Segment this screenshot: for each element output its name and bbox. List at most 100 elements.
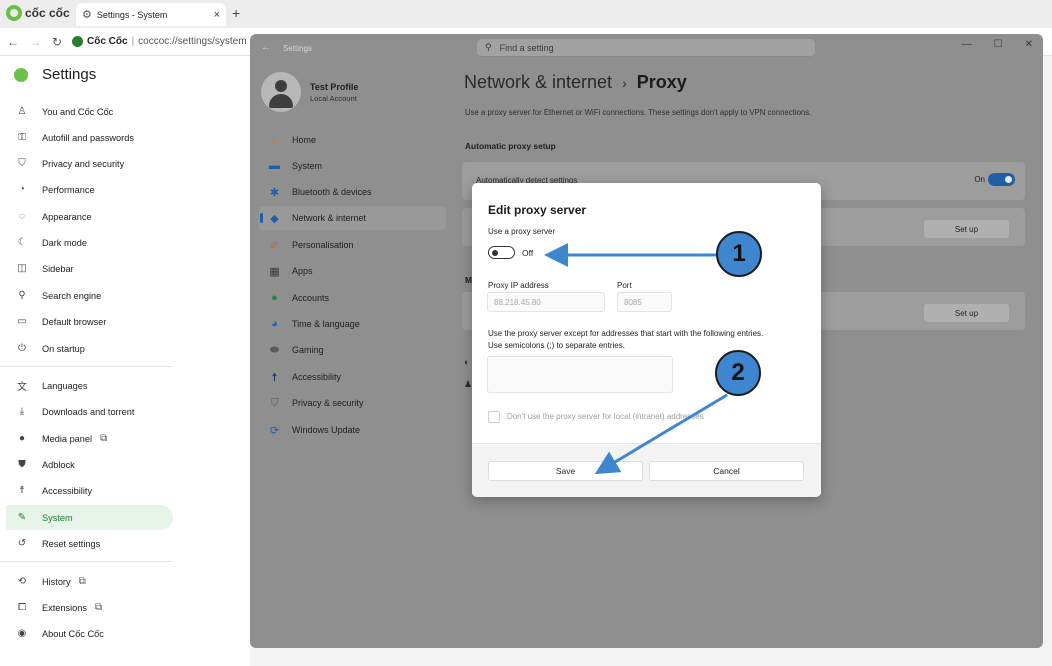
new-tab-button[interactable]: + (232, 5, 240, 21)
nav-home[interactable]: ⌂ Home (259, 128, 446, 152)
history-icon: ⟲ (17, 576, 27, 587)
save-button[interactable]: Save (488, 461, 643, 481)
search-placeholder: Find a setting (499, 42, 554, 53)
page-description: Use a proxy server for Ethernet or WiFi … (465, 108, 812, 117)
reload-icon[interactable]: ↻ (50, 35, 64, 49)
adblock-icon: ⛊ (18, 459, 26, 470)
local-addresses-checkbox[interactable] (488, 411, 500, 423)
nav-label: Home (292, 135, 317, 145)
port-input[interactable] (617, 292, 672, 312)
close-icon[interactable]: ✕ (1025, 39, 1033, 50)
sidebar-item-label: On startup (42, 343, 85, 354)
sidebar-item-autofill[interactable]: ⚿ Autofill and passwords (6, 125, 173, 150)
browser-tab-bar: cốc cốc ⚙ Settings - System × + (0, 0, 1052, 28)
sidebar-item-search-engine[interactable]: ⚲ Search engine (6, 283, 173, 308)
sidebar-item-label: You and Cốc Cốc (42, 106, 114, 117)
sidebar-item-system[interactable]: ✎ System (6, 505, 173, 530)
sidebar-item-label: Privacy and security (42, 158, 125, 169)
help-icon[interactable]: ◐ (464, 357, 469, 367)
sidebar-item-you-and-coccoc[interactable]: ♙ You and Cốc Cốc (6, 99, 173, 124)
palette-icon: ◌ (19, 211, 25, 222)
auto-detect-state: On (974, 175, 985, 184)
sidebar-item-appearance[interactable]: ◌ Appearance (6, 204, 173, 229)
cancel-button[interactable]: Cancel (649, 461, 804, 481)
use-proxy-toggle[interactable] (488, 246, 515, 259)
sidebar-item-label: Sidebar (42, 263, 74, 274)
nav-accounts[interactable]: ● Accounts (259, 286, 446, 310)
accessibility-icon: ☨ (19, 485, 25, 496)
auto-detect-toggle[interactable] (988, 173, 1015, 186)
tab-settings-system[interactable]: ⚙ Settings - System × (76, 3, 226, 26)
sidebar-item-default-browser[interactable]: ▭ Default browser (6, 309, 173, 334)
setup-script-button[interactable]: Set up (924, 220, 1009, 238)
chevron-right-icon: › (622, 74, 627, 91)
sidebar-item-sidebar[interactable]: ◫ Sidebar (6, 256, 173, 281)
sidebar-item-label: Default browser (42, 316, 107, 327)
back-arrow-icon[interactable]: ← (261, 42, 271, 53)
speedometer-icon: ◔ (18, 184, 26, 195)
sidebar-item-adblock[interactable]: ⛊ Adblock (6, 452, 173, 477)
exceptions-label: Use the proxy server except for addresse… (488, 329, 764, 338)
sidebar-item-history[interactable]: ⟲ History ⧉ (6, 569, 173, 594)
nav-gaming[interactable]: ⬬ Gaming (259, 338, 446, 362)
nav-privacy-security[interactable]: ⛉ Privacy & security (259, 391, 446, 415)
breadcrumb-parent[interactable]: Network & internet (464, 72, 612, 93)
sidebar-item-label: Languages (42, 380, 88, 391)
sidebar-item-languages[interactable]: 文 Languages (6, 373, 173, 398)
search-icon: ⚲ (18, 290, 26, 301)
nav-bluetooth[interactable]: ✱ Bluetooth & devices (259, 180, 446, 204)
window-controls: — ☐ ✕ (962, 39, 1033, 50)
dialog-title: Edit proxy server (488, 203, 587, 217)
sidebar-divider (0, 366, 173, 367)
sidebar-item-privacy[interactable]: ⛉ Privacy and security (6, 151, 173, 176)
nav-time-language[interactable]: ◕ Time & language (259, 312, 446, 336)
sidebar-item-dark-mode[interactable]: ☾ Dark mode (6, 230, 173, 255)
brush-icon: ✐ (269, 239, 280, 252)
feedback-icon[interactable]: ♟ (464, 379, 472, 390)
toggle-state: Off (522, 248, 534, 258)
nav-label: Apps (292, 266, 313, 276)
sidebar-item-reset-settings[interactable]: ↺ Reset settings (6, 531, 173, 556)
nav-system[interactable]: ▬ System (259, 154, 446, 178)
sidebar-item-about[interactable]: ◉ About Cốc Cốc (6, 621, 173, 646)
sidebar-item-on-startup[interactable]: ⏻ On startup (6, 336, 173, 361)
nav-personalisation[interactable]: ✐ Personalisation (259, 233, 446, 257)
proxy-ip-input[interactable] (487, 292, 605, 312)
address-bar[interactable]: Cốc Cốc | coccoc://settings/system (72, 36, 247, 47)
exceptions-textarea[interactable] (487, 356, 673, 393)
maximize-icon[interactable]: ☐ (994, 39, 1003, 50)
settings-title: Settings (42, 66, 97, 83)
sidebar-item-downloads[interactable]: ⤓ Downloads and torrent (6, 399, 173, 424)
download-icon: ⤓ (19, 406, 25, 417)
user-profile[interactable]: Test Profile Local Account (261, 72, 358, 112)
reset-icon: ↺ (17, 538, 27, 549)
sidebar-item-label: System (42, 512, 73, 523)
url-separator: | (131, 36, 135, 47)
forward-arrow-icon[interactable]: → (28, 35, 42, 49)
close-tab-icon[interactable]: × (214, 9, 220, 21)
nav-accessibility[interactable]: ☨ Accessibility (259, 365, 446, 389)
nav-label: Network & internet (292, 213, 367, 223)
external-link-icon: ⧉ (78, 576, 86, 587)
sidebar-item-media-panel[interactable]: ● Media panel ⧉ (6, 426, 173, 451)
sidebar-item-accessibility[interactable]: ☨ Accessibility (6, 478, 173, 503)
callout-badge-1: 1 (716, 231, 762, 277)
back-arrow-icon[interactable]: ← (6, 35, 20, 49)
sidebar-item-performance[interactable]: ◔ Performance (6, 177, 173, 202)
sidebar-item-label: Dark mode (42, 237, 87, 248)
sidebar-item-extensions[interactable]: ⧠ Extensions ⧉ (6, 595, 173, 620)
sidebar-item-label: About Cốc Cốc (42, 628, 104, 639)
nav-network-internet[interactable]: ◆ Network & internet (259, 206, 446, 230)
use-proxy-label: Use a proxy server (488, 227, 556, 236)
manual-setup-button[interactable]: Set up (924, 304, 1009, 322)
coccoc-brand[interactable]: cốc cốc (6, 5, 70, 21)
nav-windows-update[interactable]: ⟳ Windows Update (259, 418, 446, 442)
brand-name: cốc cốc (25, 6, 70, 20)
nav-apps[interactable]: ▦ Apps (259, 259, 446, 283)
ip-label: Proxy IP address (488, 281, 549, 290)
minimize-icon[interactable]: — (962, 39, 972, 50)
url-text: coccoc://settings/system (138, 36, 247, 47)
find-setting-search[interactable]: ⚲ Find a setting (477, 39, 815, 57)
site-name: Cốc Cốc (87, 36, 128, 47)
sidebar-item-label: History (42, 576, 71, 587)
